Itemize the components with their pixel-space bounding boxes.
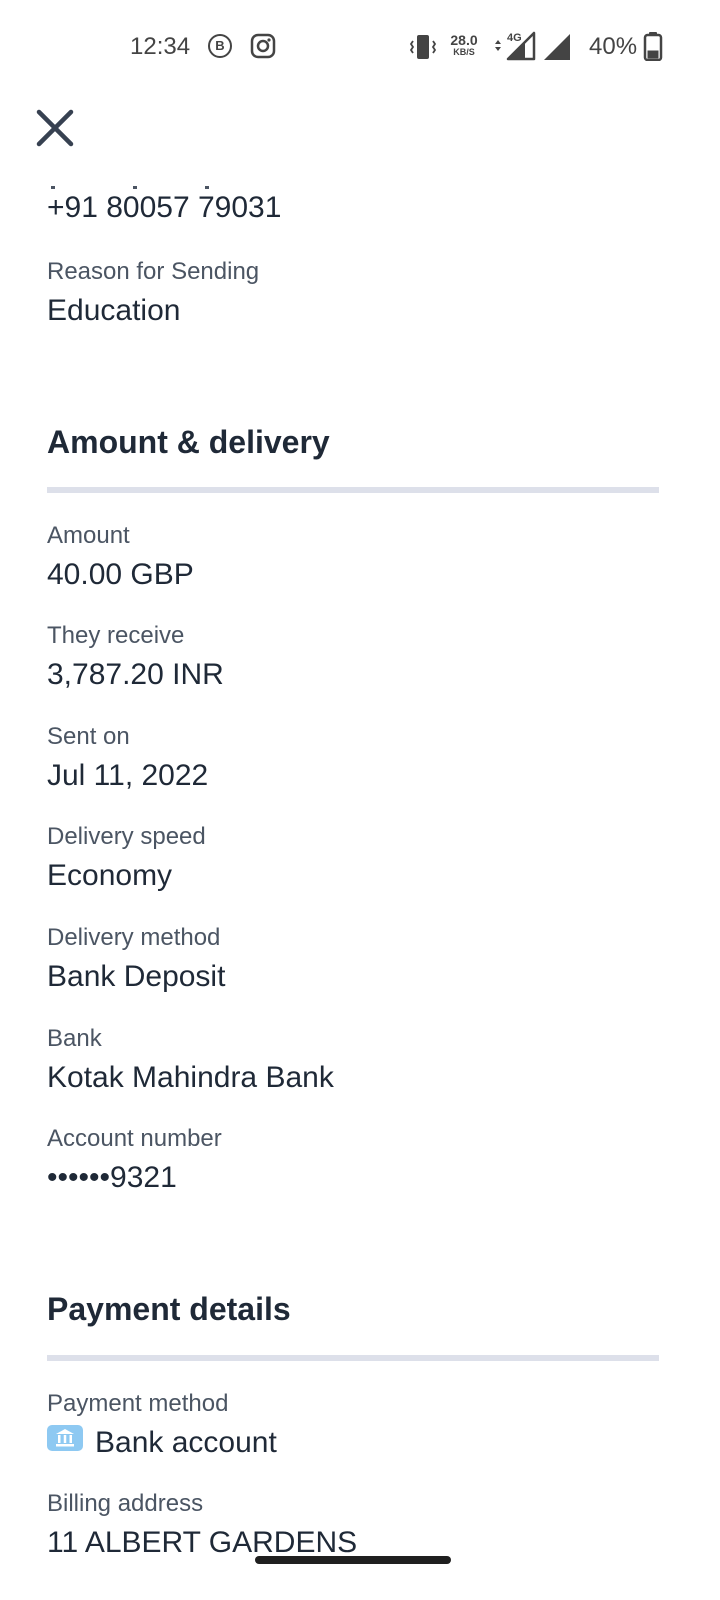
clipped-label-remnant [47,178,307,189]
detail-field: They receive 3,787.20 INR [47,622,224,692]
bank-value: Kotak Mahindra Bank [47,1061,334,1094]
billing-address-value: 11 ALBERT GARDENS [47,1526,358,1559]
detail-field: Amount 40.00 GBP [47,522,194,592]
they-receive-value: 3,787.20 INR [47,658,224,691]
section-divider [47,1355,659,1361]
sent-on-label: Sent on [47,723,130,750]
net-speed: 28.0 KB/S [446,33,482,57]
bank-icon [47,1425,83,1459]
detail-field: Account number ••••••9321 [47,1125,222,1195]
close-button[interactable] [30,103,80,153]
billing-address-label: Billing address [47,1490,204,1517]
amount-label: Amount [47,522,130,549]
account-number-value: ••••••9321 [47,1161,177,1194]
delivery-method-value: Bank Deposit [47,960,226,993]
section-divider [47,487,659,493]
vibrate-icon [408,34,438,65]
reason-value: Education [47,294,181,327]
recipient-phone: +91 80057 79031 [47,191,282,224]
delivery-method-label: Delivery method [47,924,221,951]
detail-field: Delivery speed Economy [47,823,206,893]
detail-field: Delivery method Bank Deposit [47,924,225,994]
they-receive-label: They receive [47,622,185,649]
delivery-speed-value: Economy [47,859,173,892]
payment-method-label: Payment method [47,1390,229,1417]
payment-method-field: Payment method Bank account [47,1390,277,1460]
bank-label: Bank [47,1025,102,1052]
section-title-payment-details: Payment details [47,1291,291,1327]
close-icon [36,109,74,147]
amount-value: 40.00 GBP [47,558,194,591]
instagram-icon [250,33,276,64]
recipient-phone-field: +91 80057 79031 [47,191,281,225]
status-bar: 12:34 B 28.0 KB/S 4G 40% [0,0,720,95]
battery-icon [643,31,663,66]
sent-on-value: Jul 11, 2022 [47,759,209,792]
home-indicator[interactable] [255,1556,451,1564]
battery-percent: 40% [589,33,638,60]
section-title-amount-delivery: Amount & delivery [47,424,330,460]
reason-label: Reason for Sending [47,258,260,285]
detail-field: Sent on Jul 11, 2022 [47,723,208,793]
account-number-label: Account number [47,1125,222,1152]
signal-icon [543,33,571,66]
delivery-speed-label: Delivery speed [47,823,206,850]
billing-address-field: Billing address 11 ALBERT GARDENS [47,1490,357,1560]
net-speed-unit: KB/S [453,47,475,57]
payment-method-value: Bank account [95,1426,277,1459]
network-type-text: 4G [507,32,522,44]
reason-field: Reason for Sending Education [47,258,259,328]
signal-4g-icon: 4G [492,30,538,67]
status-time: 12:34 [130,33,191,60]
beeper-icon: B [208,34,232,58]
detail-field: Bank Kotak Mahindra Bank [47,1025,334,1095]
net-speed-value: 28.0 [450,32,478,48]
